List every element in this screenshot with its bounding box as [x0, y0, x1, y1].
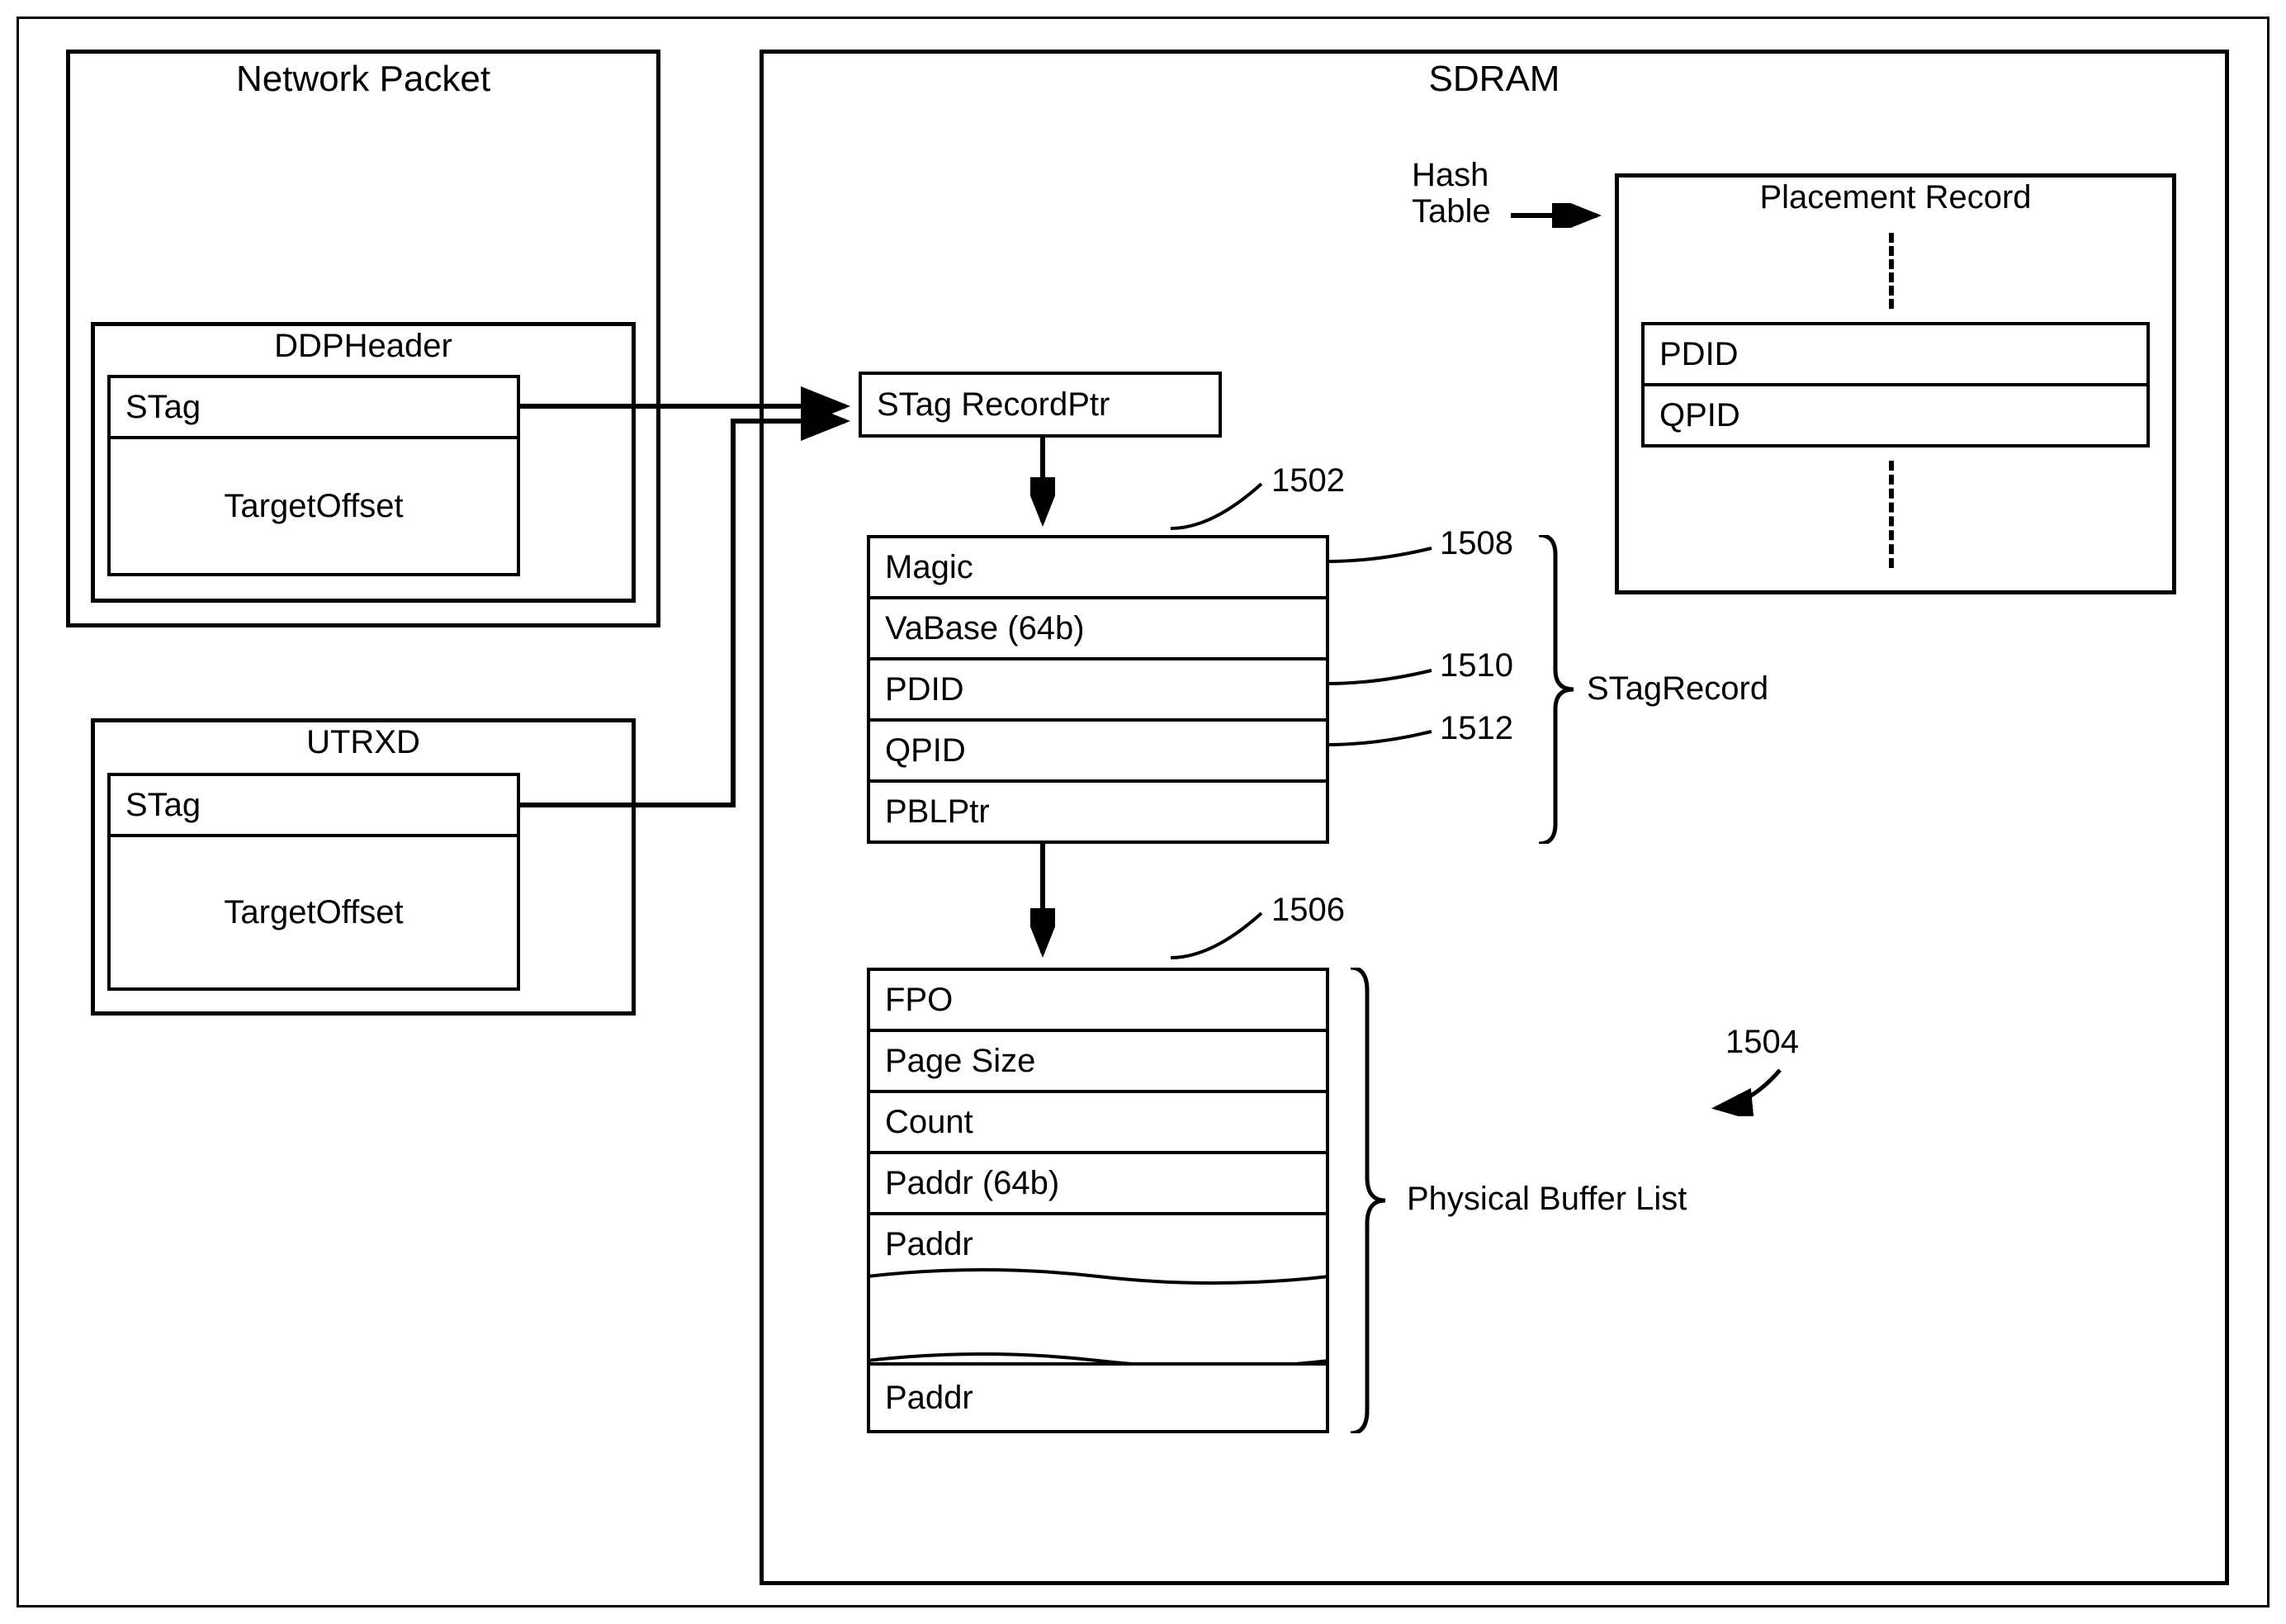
pbl-brace	[1349, 968, 1387, 1433]
pbl-paddr-1: Paddr	[867, 1212, 1329, 1276]
pbl-paddr-2: Paddr	[867, 1362, 1329, 1433]
diagram-canvas: Network Packet DDPHeader STag TargetOffs…	[0, 0, 2286, 1624]
ddp-targetoffset-cell: TargetOffset	[107, 436, 520, 576]
stagrecord-pblptr: PBLPtr	[867, 779, 1329, 844]
arrow-recordptr-to-stagrecord	[1030, 436, 1055, 535]
placement-record-pdid: PDID	[1641, 322, 2150, 386]
pbl-label: Physical Buffer List	[1407, 1181, 1687, 1218]
ref-1508-leader	[1328, 545, 1435, 578]
pbl-fpo: FPO	[867, 968, 1329, 1032]
pbl-gap-top-wave	[867, 1268, 1329, 1285]
utrxd-stag-cell: STag	[107, 773, 520, 837]
ref-1510-leader	[1328, 667, 1435, 700]
ref-1510: 1510	[1440, 647, 1513, 684]
pbl-gap-cell	[867, 1273, 1329, 1362]
utrxd-targetoffset-cell: TargetOffset	[107, 834, 520, 991]
placement-record-ellipsis-bottom	[1889, 461, 1894, 568]
ref-1506: 1506	[1271, 892, 1345, 929]
stag-recordptr-cell: STag RecordPtr	[859, 372, 1222, 438]
ref-1504: 1504	[1725, 1024, 1799, 1061]
ref-1508: 1508	[1440, 525, 1513, 562]
stagrecord-brace	[1537, 535, 1575, 844]
arrow-utrxd-to-recordptr	[518, 405, 859, 834]
arrow-pblptr-to-pbl	[1030, 842, 1055, 966]
ref-1506-leader	[1171, 908, 1270, 966]
stagrecord-label: STagRecord	[1587, 670, 1768, 708]
ref-1504-arrow	[1709, 1067, 1788, 1116]
stagrecord-vabase: VaBase (64b)	[867, 596, 1329, 660]
placement-record-ellipsis-top	[1889, 233, 1894, 309]
hash-table-arrow	[1511, 203, 1610, 228]
hash-table-label: Hash Table	[1412, 157, 1491, 230]
ref-1512: 1512	[1440, 710, 1513, 747]
ref-1502-leader	[1171, 479, 1270, 537]
ddp-stag-cell: STag	[107, 375, 520, 439]
stagrecord-pdid: PDID	[867, 657, 1329, 722]
ref-1512-leader	[1328, 728, 1435, 761]
ddp-header-title: DDPHeader	[95, 328, 632, 365]
sdram-title: SDRAM	[764, 59, 2225, 100]
stagrecord-magic: Magic	[867, 535, 1329, 599]
pbl-count: Count	[867, 1090, 1329, 1154]
pbl-pagesize: Page Size	[867, 1029, 1329, 1093]
placement-record-qpid: QPID	[1641, 383, 2150, 447]
ref-1502: 1502	[1271, 462, 1345, 500]
placement-record-title: Placement Record	[1619, 179, 2172, 216]
stagrecord-qpid: QPID	[867, 718, 1329, 783]
pbl-paddr64: Paddr (64b)	[867, 1151, 1329, 1215]
network-packet-title: Network Packet	[70, 59, 656, 100]
